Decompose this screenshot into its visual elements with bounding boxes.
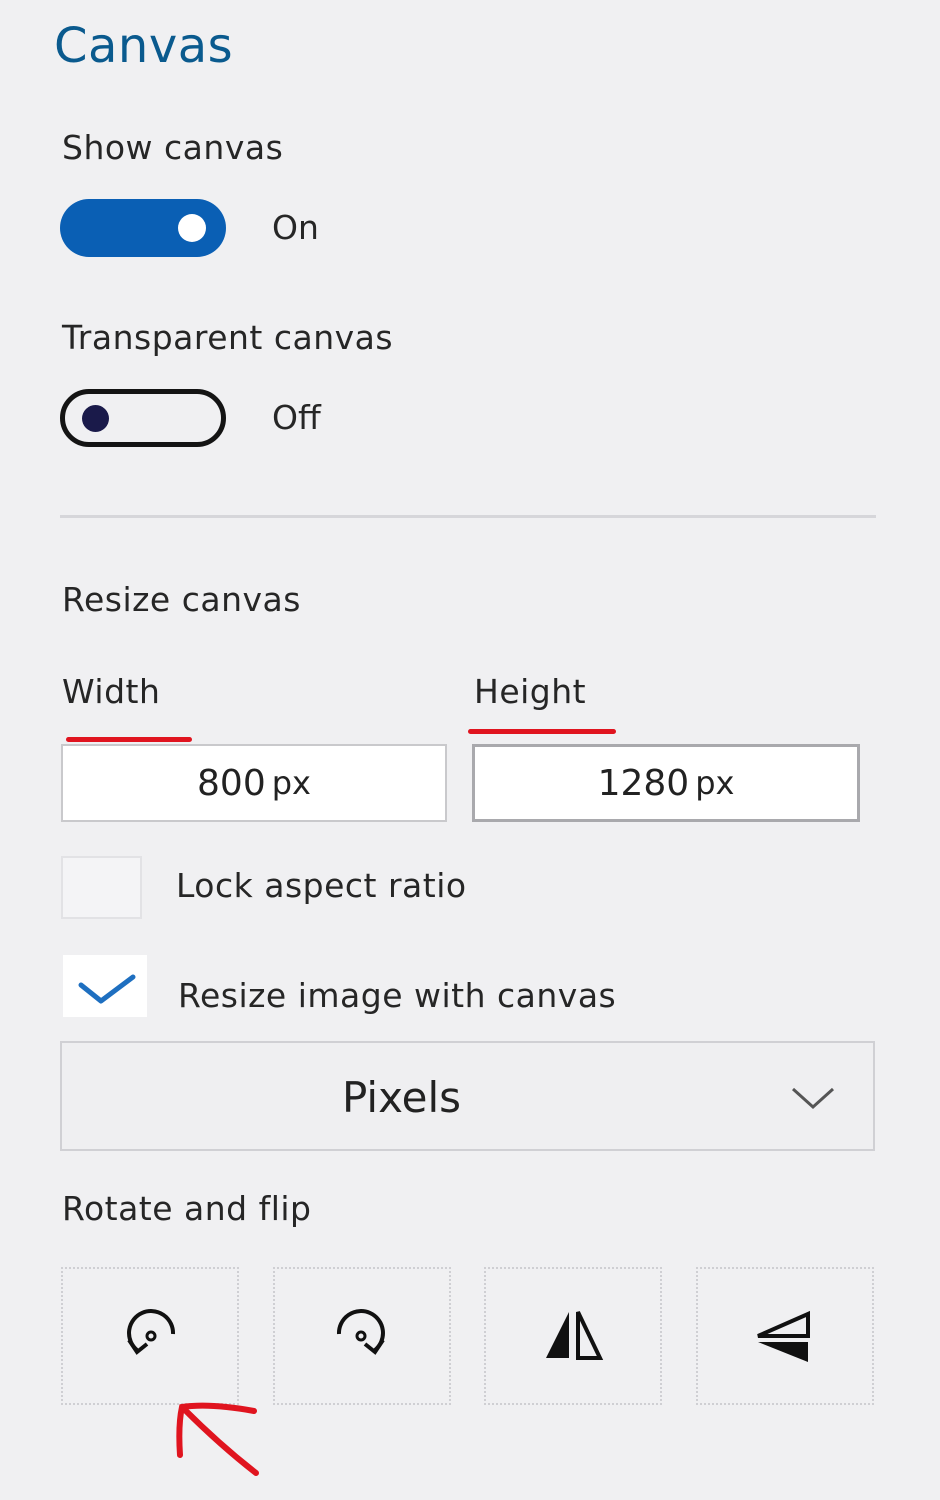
panel-title: Canvas (54, 18, 234, 74)
height-label: Height (474, 672, 587, 711)
annotation-underline (468, 729, 616, 734)
toggle-knob (82, 405, 109, 432)
height-input[interactable]: 1280 px (472, 744, 860, 822)
height-unit: px (695, 764, 735, 802)
annotation-underline (66, 737, 192, 742)
height-value: 1280 (597, 762, 690, 804)
lock-aspect-label: Lock aspect ratio (176, 866, 467, 905)
flip-horizontal-icon (546, 1311, 604, 1360)
width-label: Width (62, 672, 161, 711)
width-unit: px (271, 764, 311, 802)
resize-canvas-heading: Resize canvas (62, 580, 301, 619)
units-dropdown[interactable]: Pixels (60, 1041, 875, 1151)
show-canvas-toggle[interactable] (60, 199, 226, 257)
show-canvas-state: On (272, 208, 319, 247)
chevron-down-icon (791, 1087, 835, 1110)
flip-vertical-button[interactable] (696, 1267, 874, 1405)
show-canvas-label: Show canvas (62, 128, 284, 167)
transparent-canvas-state: Off (272, 398, 321, 437)
width-input[interactable]: 800 px (61, 744, 447, 822)
rotate-left-button[interactable] (61, 1267, 239, 1405)
transparent-canvas-label: Transparent canvas (62, 318, 394, 357)
rotate-flip-heading: Rotate and flip (62, 1189, 312, 1228)
resize-image-checkbox[interactable] (63, 955, 147, 1017)
rotate-right-button[interactable] (273, 1267, 451, 1405)
rotate-right-icon (336, 1309, 385, 1355)
flip-vertical-icon (757, 1310, 810, 1362)
checkmark-icon (78, 974, 136, 1004)
resize-image-label: Resize image with canvas (178, 976, 617, 1015)
lock-aspect-checkbox[interactable] (61, 856, 142, 919)
toggle-knob (178, 214, 206, 242)
rotate-left-icon (127, 1309, 176, 1355)
transparent-canvas-toggle[interactable] (60, 389, 226, 447)
units-dropdown-value: Pixels (342, 1073, 462, 1122)
flip-horizontal-button[interactable] (484, 1267, 662, 1405)
annotation-arrow (176, 1402, 259, 1476)
canvas-panel: Canvas Show canvas On Transparent canvas… (0, 0, 940, 1500)
section-divider (60, 515, 876, 518)
width-value: 800 (197, 762, 266, 804)
